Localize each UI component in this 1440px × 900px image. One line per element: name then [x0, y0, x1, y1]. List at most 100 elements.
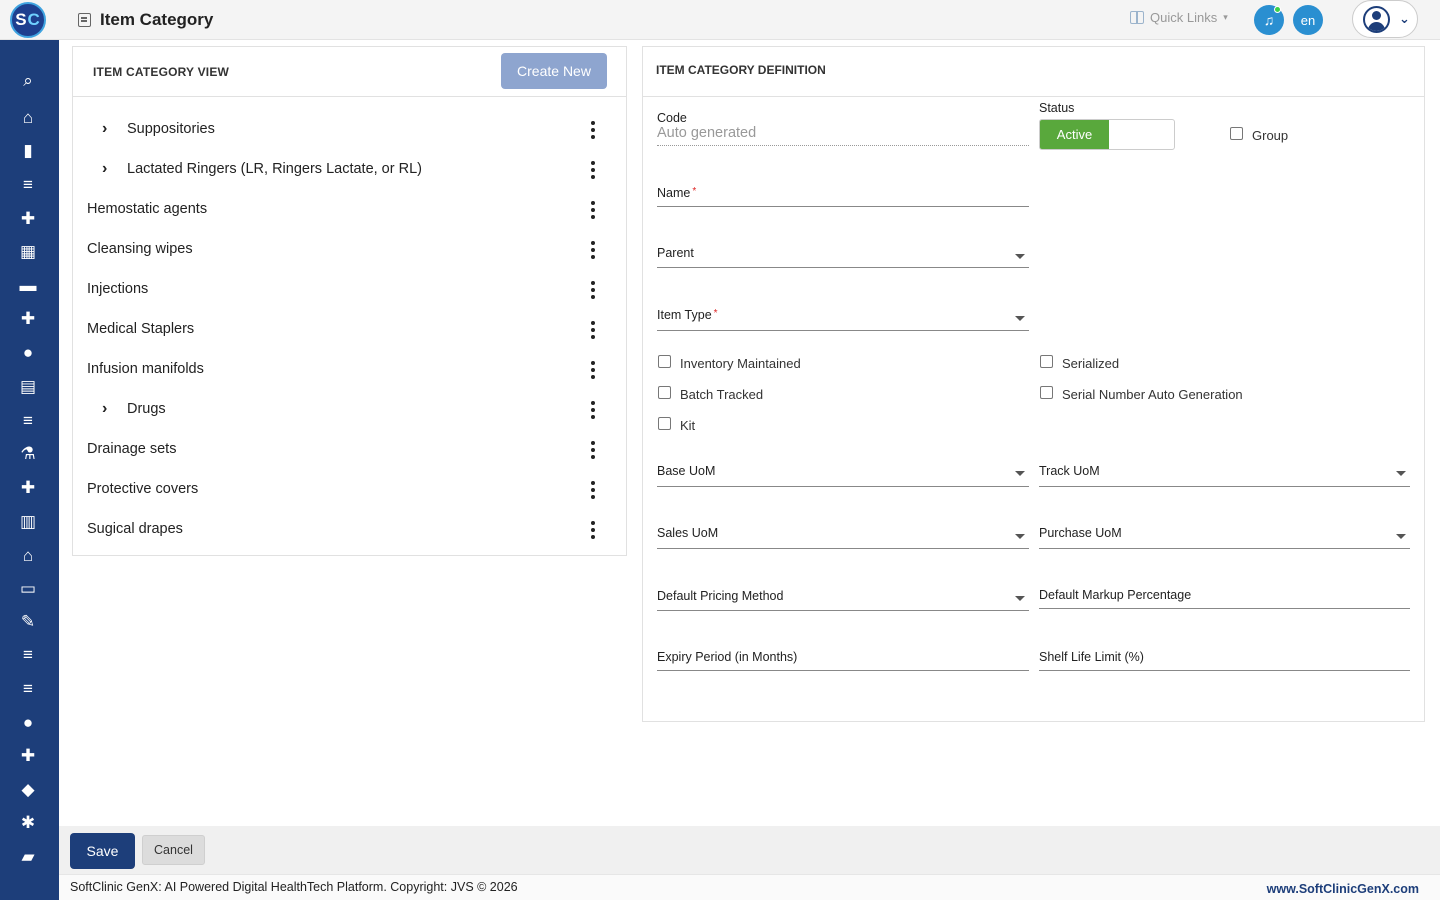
expiry-period-input[interactable]	[657, 670, 1029, 671]
book-icon[interactable]: ▥	[14, 509, 42, 533]
panel-header: ITEM CATEGORY DEFINITION	[643, 47, 1424, 97]
tree-item[interactable]: › Lactated Ringers (LR, Ringers Lactate, …	[73, 150, 626, 190]
inventory-maintained-label: Inventory Maintained	[680, 356, 801, 371]
dropdown-arrow-icon	[1015, 534, 1025, 539]
dropdown-arrow-icon	[1396, 471, 1406, 476]
tree-item-label: Lactated Ringers (LR, Ringers Lactate, o…	[127, 161, 422, 177]
language-button[interactable]: en	[1293, 5, 1323, 35]
devices-icon[interactable]: ▭	[14, 576, 42, 600]
purchase-uom-label: Purchase UoM	[1039, 526, 1122, 540]
more-options-icon[interactable]	[583, 318, 603, 342]
name-input[interactable]	[657, 206, 1029, 207]
tree-item[interactable]: Sugical drapes	[73, 510, 626, 550]
parent-select[interactable]	[657, 267, 1029, 268]
chevron-right-icon[interactable]: ›	[102, 400, 107, 418]
search-icon[interactable]: ⌕	[14, 68, 42, 92]
status-toggle[interactable]: Active	[1039, 119, 1175, 150]
default-markup-percentage-input[interactable]	[1039, 608, 1410, 609]
more-options-icon[interactable]	[583, 118, 603, 142]
menu-4-icon[interactable]: ≡	[14, 676, 42, 700]
wrench-icon[interactable]: ✎	[14, 609, 42, 633]
menu-3-icon[interactable]: ≡	[14, 642, 42, 666]
app-logo[interactable]: SC	[10, 2, 46, 38]
tree-item[interactable]: Protective covers	[73, 470, 626, 510]
chevron-right-icon[interactable]: ›	[102, 120, 107, 138]
more-options-icon[interactable]	[583, 198, 603, 222]
receipt-icon[interactable]: ▤	[14, 374, 42, 398]
tree-item[interactable]: Hemostatic agents	[73, 190, 626, 230]
dropdown-arrow-icon	[1396, 534, 1406, 539]
batch-tracked-checkbox[interactable]	[658, 386, 671, 399]
chevron-down-icon: ⌄	[1399, 11, 1410, 26]
network-icon[interactable]: ✱	[14, 810, 42, 834]
name-label: Name *	[657, 186, 697, 200]
analytics-icon[interactable]: ▮	[14, 138, 42, 162]
lab-icon[interactable]: ⚗	[14, 441, 42, 465]
code-underline	[657, 145, 1029, 146]
more-options-icon[interactable]	[583, 398, 603, 422]
create-new-button[interactable]: Create New	[501, 53, 607, 89]
shelf-life-limit-input[interactable]	[1039, 670, 1410, 671]
more-options-icon[interactable]	[583, 358, 603, 382]
tree-item-label: Drugs	[127, 401, 166, 417]
menu-1-icon[interactable]: ≡	[14, 172, 42, 196]
action-bar	[59, 826, 1440, 874]
store-icon[interactable]: ⌂	[14, 543, 42, 567]
shelf-life-limit-label: Shelf Life Limit (%)	[1039, 650, 1144, 664]
pharmacy-icon[interactable]: ✚	[14, 475, 42, 499]
status-active-option[interactable]: Active	[1040, 120, 1109, 149]
user-menu-button[interactable]: ⌄	[1352, 0, 1418, 38]
chevron-right-icon[interactable]: ›	[102, 160, 107, 178]
purchase-uom-select[interactable]	[1039, 548, 1410, 549]
kit-checkbox[interactable]	[658, 417, 671, 430]
folder-icon[interactable]: ▰	[14, 844, 42, 868]
item-type-label: Item Type *	[657, 308, 718, 322]
tree-item[interactable]: › Drugs	[73, 390, 626, 430]
calendar-icon[interactable]: ▦	[14, 239, 42, 263]
doctor-bag-icon[interactable]: ✚	[14, 206, 42, 230]
medical-plus-icon[interactable]: ✚	[14, 306, 42, 330]
footer: SoftClinic GenX: AI Powered Digital Heal…	[59, 874, 1440, 900]
quick-links-menu[interactable]: Quick Links ▾	[1130, 10, 1228, 25]
bed-icon[interactable]: ▬	[14, 273, 42, 297]
blood-drop-icon[interactable]: ●	[14, 710, 42, 734]
cancel-button[interactable]: Cancel	[142, 835, 205, 865]
base-uom-select[interactable]	[657, 486, 1029, 487]
inventory-maintained-checkbox[interactable]	[658, 355, 671, 368]
save-button[interactable]: Save	[70, 833, 135, 869]
more-options-icon[interactable]	[583, 478, 603, 502]
sidebar: ⌕ ⌂ ▮ ≡ ✚ ▦ ▬ ✚ ● ▤ ≡ ⚗ ✚ ▥ ⌂ ▭ ✎ ≡ ≡ ● ✚ ◆ ✱ ▰	[0, 40, 59, 900]
code-field: Auto generated	[657, 125, 757, 141]
notification-button[interactable]: ♫	[1254, 5, 1284, 35]
tree-item[interactable]: › Suppositories	[73, 110, 626, 150]
item-type-select[interactable]	[657, 330, 1029, 331]
more-options-icon[interactable]	[583, 438, 603, 462]
dropdown-arrow-icon	[1015, 316, 1025, 321]
tree-item-label: Protective covers	[87, 481, 199, 497]
tree-item[interactable]: Drainage sets	[73, 430, 626, 470]
website-link[interactable]: www.SoftClinicGenX.com	[1267, 882, 1419, 896]
tree-item[interactable]: Injections	[73, 270, 626, 310]
more-options-icon[interactable]	[583, 518, 603, 542]
more-options-icon[interactable]	[583, 278, 603, 302]
group-checkbox[interactable]	[1230, 127, 1243, 140]
tree-item[interactable]: Infusion manifolds	[73, 350, 626, 390]
tree-item[interactable]: Medical Staplers	[73, 310, 626, 350]
tree-item-label: Injections	[87, 281, 149, 297]
shield-icon[interactable]: ◆	[14, 777, 42, 801]
expiry-period-label: Expiry Period (in Months)	[657, 650, 798, 664]
menu-2-icon[interactable]: ≡	[14, 408, 42, 432]
sales-uom-select[interactable]	[657, 548, 1029, 549]
avatar	[1363, 6, 1390, 33]
default-pricing-method-select[interactable]	[657, 610, 1029, 611]
more-options-icon[interactable]	[583, 158, 603, 182]
item-category-view-panel: ITEM CATEGORY VIEW Create New › Supposito…	[72, 46, 627, 556]
add-box-icon[interactable]: ✚	[14, 743, 42, 767]
tree-item[interactable]: Cleansing wipes	[73, 230, 626, 270]
serial-number-auto-generation-checkbox[interactable]	[1040, 386, 1053, 399]
track-uom-select[interactable]	[1039, 486, 1410, 487]
more-options-icon[interactable]	[583, 238, 603, 262]
home-icon[interactable]: ⌂	[14, 105, 42, 129]
serialized-checkbox[interactable]	[1040, 355, 1053, 368]
person-icon[interactable]: ●	[14, 340, 42, 364]
